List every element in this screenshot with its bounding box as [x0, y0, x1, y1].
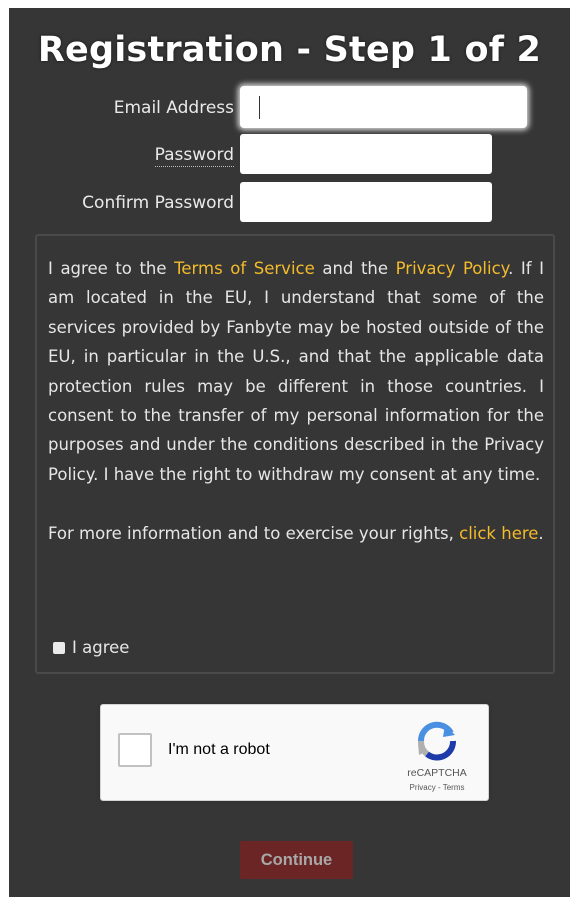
rights-text-part: .	[538, 523, 544, 543]
text-caret	[259, 96, 260, 119]
rights-text: For more information and to exercise you…	[48, 519, 544, 548]
consent-text-part: and the	[314, 259, 396, 278]
email-row: Email Address	[9, 86, 570, 131]
terms-of-service-link[interactable]: Terms of Service	[174, 259, 315, 278]
consent-text: I agree to the Terms of Service and the …	[48, 254, 544, 489]
confirm-password-label: Confirm Password	[82, 193, 234, 213]
recaptcha-checkbox[interactable]	[118, 733, 152, 767]
recaptcha-brand: reCAPTCHA	[407, 767, 467, 779]
agree-checkbox[interactable]	[53, 641, 65, 654]
privacy-policy-link[interactable]: Privacy Policy	[396, 259, 508, 278]
email-label: Email Address	[113, 98, 234, 118]
rights-text-part: For more information and to exercise you…	[48, 523, 460, 543]
recaptcha-widget: I'm not a robot reCAPTCHA Privacy - Term…	[100, 704, 489, 801]
recaptcha-logo-icon	[417, 721, 456, 761]
recaptcha-privacy-terms-link[interactable]: Privacy - Terms	[396, 783, 478, 792]
email-field[interactable]	[240, 86, 527, 128]
continue-button[interactable]: Continue	[240, 841, 353, 879]
consent-text-part: . If I am located in the EU, I understan…	[48, 259, 544, 484]
password-row: Password	[9, 134, 570, 178]
agree-checkbox-row[interactable]: I agree	[53, 638, 129, 657]
confirm-password-row: Confirm Password	[9, 182, 570, 226]
password-field[interactable]	[240, 134, 492, 174]
page-title: Registration - Step 1 of 2	[37, 30, 542, 70]
registration-panel: Registration - Step 1 of 2 Email Address…	[9, 8, 570, 897]
click-here-link[interactable]: click here	[459, 524, 538, 543]
consent-text-part: I agree to the	[48, 259, 175, 278]
password-label: Password	[154, 145, 234, 167]
agree-label: I agree	[72, 638, 130, 657]
confirm-password-field[interactable]	[240, 182, 492, 222]
consent-box: I agree to the Terms of Service and the …	[35, 234, 555, 674]
recaptcha-label: I'm not a robot	[168, 741, 270, 758]
